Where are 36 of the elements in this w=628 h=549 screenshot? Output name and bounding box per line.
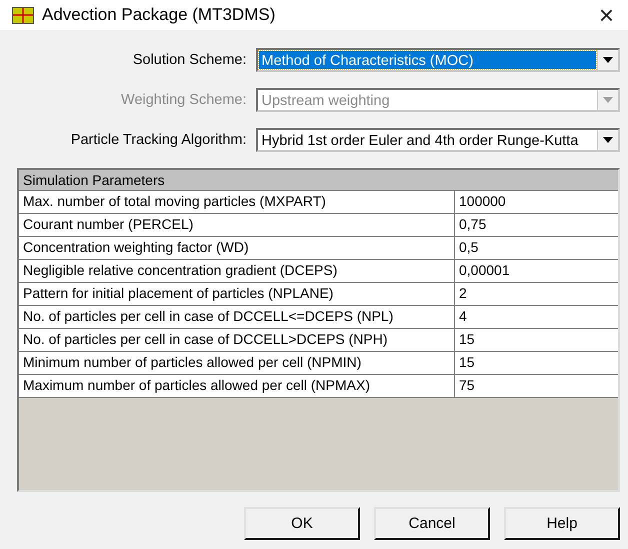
dialog-button[interactable]: Cancel: [374, 507, 490, 540]
table-cell[interactable]: 2: [455, 283, 618, 305]
dropdown[interactable]: Hybrid 1st order Euler and 4th order Runge-Kutta: [256, 128, 620, 152]
dropdown-value: Upstream weighting: [260, 92, 391, 109]
dropdown-value: Method of Characteristics (MOC): [258, 51, 596, 69]
field-label: Particle Tracking Algorithm:: [70, 132, 248, 148]
table-cell: No. of particles per cell in case of DCCELL<=DCEPS (NPL): [19, 306, 455, 328]
table-cell: No. of particles per cell in case of DCCELL>DCEPS (NPH): [19, 329, 455, 351]
table-cell[interactable]: 0,00001: [455, 260, 618, 282]
dialog-button[interactable]: Help: [504, 507, 620, 540]
field-label: Solution Scheme:: [132, 52, 248, 68]
dropdown-arrow-icon: [603, 137, 613, 143]
package-icon: [12, 6, 34, 24]
table-cell: Max. number of total moving particles (MXPART): [19, 191, 455, 213]
table-cell: Courant number (PERCEL): [19, 214, 455, 236]
table-cell[interactable]: 0,5: [455, 237, 618, 259]
close-button[interactable]: ×: [596, 2, 616, 28]
table-cell[interactable]: 15: [455, 329, 618, 351]
table-cell[interactable]: 15: [455, 352, 618, 374]
field-label: Weighting Scheme:: [120, 92, 248, 108]
table-cell[interactable]: 100000: [455, 191, 618, 213]
table-cell: Maximum number of particles allowed per cell (NPMAX): [19, 375, 455, 397]
table-cell[interactable]: 0,75: [455, 214, 618, 236]
table-header: Simulation Parameters: [19, 170, 618, 191]
dropdown[interactable]: Method of Characteristics (MOC): [256, 48, 620, 72]
table-cell: Pattern for initial placement of particles (NPLANE): [19, 283, 455, 305]
table-cell[interactable]: 4: [455, 306, 618, 328]
table-cell: Minimum number of particles allowed per cell (NPMIN): [19, 352, 455, 374]
dialog-button[interactable]: OK: [244, 507, 360, 540]
dropdown-value: Hybrid 1st order Euler and 4th order Runge-Kutta: [260, 132, 580, 149]
dropdown-arrow-icon: [603, 57, 613, 63]
window-title: Advection Package (MT3DMS): [42, 5, 276, 25]
table-cell: Concentration weighting factor (WD): [19, 237, 455, 259]
dropdown-arrow-icon: [603, 97, 613, 103]
table-cell[interactable]: 75: [455, 375, 618, 397]
table-cell: Negligible relative concentration gradient (DCEPS): [19, 260, 455, 282]
